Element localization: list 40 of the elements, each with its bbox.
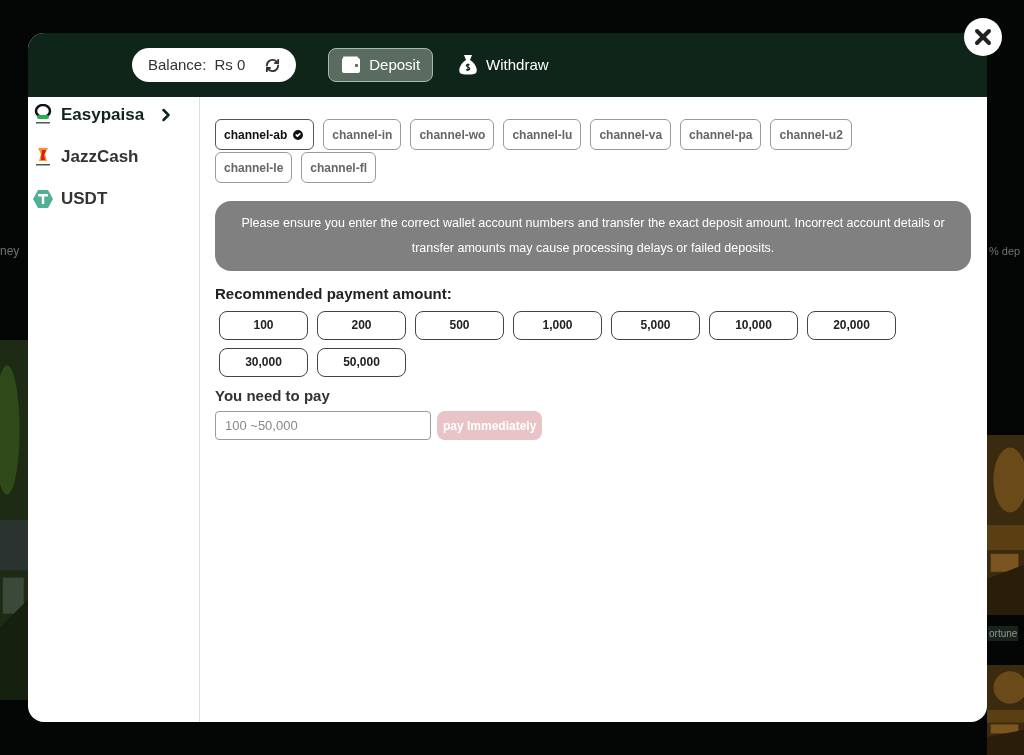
channel-option[interactable]: channel-wo <box>410 119 495 150</box>
close-button[interactable] <box>964 18 1002 56</box>
amount-option[interactable]: 200 <box>317 310 406 340</box>
background-text: ney <box>0 243 20 260</box>
background-text: ortune <box>988 626 1019 641</box>
header-tab[interactable]: Withdraw <box>445 48 562 82</box>
amount-option[interactable]: 500 <box>415 310 504 340</box>
channel-option[interactable]: channel-fl <box>301 152 377 183</box>
payment-method-item[interactable]: USDT <box>33 185 199 213</box>
channel-option[interactable]: channel-le <box>215 152 293 183</box>
background-text: % dep <box>989 244 1021 259</box>
amount-option[interactable]: 30,000 <box>219 347 308 377</box>
pay-label: You need to pay <box>215 385 331 406</box>
jazzcash-logo-icon <box>33 146 53 168</box>
check-icon <box>291 127 306 142</box>
amount-option[interactable]: 20,000 <box>807 310 896 340</box>
amount-option[interactable]: 1,000 <box>513 310 602 340</box>
payment-method-item[interactable]: Easypaisa <box>33 101 199 129</box>
wallet-icon <box>341 56 362 74</box>
money-bag-icon <box>458 54 479 76</box>
deposit-notice: Please ensure you enter the correct wallet account numbers and transfer the exact deposit amount. Incorrect account details or transfer amounts may cause processing delays or failed deposits. <box>215 201 971 271</box>
payment-method-item[interactable]: JazzCash <box>33 143 199 171</box>
amount-option[interactable]: 5,000 <box>611 310 700 340</box>
channel-option[interactable]: channel-ab <box>215 119 315 150</box>
header-tab[interactable]: Deposit <box>328 48 434 82</box>
easypaisa-logo-icon <box>33 104 53 126</box>
amount-option[interactable]: 10,000 <box>709 310 798 340</box>
tether-logo-icon <box>33 189 53 209</box>
amount-option[interactable]: 100 <box>219 310 308 340</box>
channel-option[interactable]: channel-in <box>323 119 402 150</box>
channel-option[interactable]: channel-va <box>590 119 672 150</box>
amounts-label: Recommended payment amount: <box>215 284 453 304</box>
balance-label: Balance: <box>148 54 207 75</box>
channel-option[interactable]: channel-lu <box>503 119 582 150</box>
channel-option[interactable]: channel-pa <box>680 119 762 150</box>
refresh-icon[interactable] <box>265 57 281 73</box>
amount-input[interactable]: 100 ~50,000 <box>215 411 431 440</box>
channel-option[interactable]: channel-u2 <box>770 119 852 150</box>
amount-option[interactable]: 50,000 <box>317 347 406 377</box>
balance-value: Rs 0 <box>214 54 246 75</box>
